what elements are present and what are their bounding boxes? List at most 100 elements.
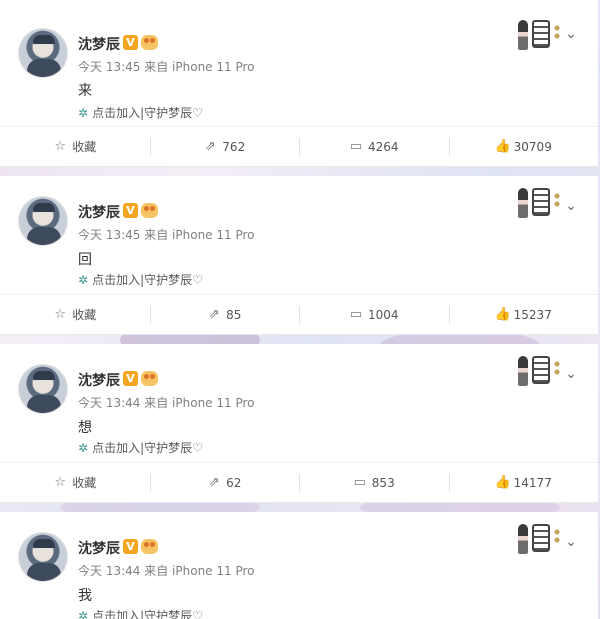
decoration-shelf: [532, 524, 550, 552]
decoration-dots: [554, 528, 560, 544]
avatar-body: [27, 59, 61, 77]
post-meta: 今天 13:45 来自 iPhone 11 Pro: [78, 226, 255, 243]
avatar-body: [27, 563, 61, 581]
card-decoration: [516, 18, 566, 56]
favorite-button[interactable]: ☆ 收藏: [0, 463, 150, 502]
post-time[interactable]: 今天 13:45: [78, 60, 140, 74]
chevron-down-icon[interactable]: ⌄: [563, 198, 579, 214]
favorite-label: 收藏: [72, 308, 97, 322]
avatar-cap: [33, 371, 55, 380]
verified-badge-icon: V: [123, 371, 138, 386]
decoration-shelf: [532, 188, 550, 216]
supertopic-link[interactable]: ✲ 点击加入|守护梦辰♡: [78, 439, 203, 456]
avatar[interactable]: [18, 28, 68, 78]
post-time[interactable]: 今天 13:45: [78, 228, 140, 242]
like-count: 15237: [513, 307, 552, 322]
comment-button[interactable]: ▭ 1004: [299, 295, 449, 334]
avatar-cap: [33, 35, 55, 44]
chevron-down-icon[interactable]: ⌄: [563, 26, 579, 42]
like-button[interactable]: 👍 30709: [448, 127, 599, 166]
decoration-figure: [518, 356, 528, 386]
repost-button[interactable]: ⇗ 62: [149, 463, 300, 502]
username[interactable]: 沈梦辰: [78, 538, 120, 558]
post-card: 沈梦辰 V 今天 13:44 来自 iPhone 11 Pro 我 ✲ 点击加入…: [0, 512, 598, 619]
post-text: 来: [78, 83, 92, 99]
repost-icon: ⇗: [208, 306, 220, 322]
like-button[interactable]: 👍 15237: [448, 295, 599, 334]
supertopic-icon: ✲: [78, 440, 89, 455]
decoration-dots: [554, 360, 560, 376]
avatar-body: [27, 227, 61, 245]
post-meta: 今天 13:44 来自 iPhone 11 Pro: [78, 562, 255, 579]
decoration-shelf: [532, 356, 550, 384]
post-card: 沈梦辰 V 今天 13:45 来自 iPhone 11 Pro 回 ✲ 点击加入…: [0, 176, 598, 335]
username[interactable]: 沈梦辰: [78, 370, 120, 390]
avatar[interactable]: [18, 196, 68, 246]
repost-button[interactable]: ⇗ 762: [149, 127, 300, 166]
supertopic-icon: ✲: [78, 105, 89, 120]
fan-badge-icon[interactable]: [141, 539, 158, 554]
repost-count: 62: [226, 475, 242, 490]
verified-badge-icon: V: [123, 539, 138, 554]
post-source: 来自 iPhone 11 Pro: [144, 396, 255, 410]
avatar[interactable]: [18, 364, 68, 414]
thumbs-up-icon: 👍: [494, 138, 511, 154]
like-button[interactable]: 👍 14177: [448, 463, 599, 502]
like-count: 30709: [513, 139, 552, 154]
card-decoration: [516, 522, 566, 560]
supertopic-icon: ✲: [78, 608, 89, 619]
star-icon: ☆: [54, 474, 67, 490]
comment-button[interactable]: ▭ 4264: [299, 127, 449, 166]
fan-badge-icon[interactable]: [141, 371, 158, 386]
comment-count: 4264: [367, 139, 399, 154]
favorite-button[interactable]: ☆ 收藏: [0, 127, 150, 166]
decoration-figure: [518, 524, 528, 554]
decoration-dots: [554, 24, 560, 40]
favorite-button[interactable]: ☆ 收藏: [0, 295, 150, 334]
comment-button[interactable]: ▭ 853: [299, 463, 449, 502]
post-time[interactable]: 今天 13:44: [78, 564, 140, 578]
verified-badge-icon: V: [123, 203, 138, 218]
comment-count: 1004: [367, 307, 399, 322]
avatar-body: [27, 395, 61, 413]
supertopic-icon: ✲: [78, 272, 89, 287]
verified-badge-icon: V: [123, 35, 138, 50]
thumbs-up-icon: 👍: [494, 474, 511, 490]
comment-count: 853: [371, 475, 395, 490]
supertopic-label: 点击加入|守护梦辰♡: [92, 273, 203, 287]
thumbs-up-icon: 👍: [494, 306, 511, 322]
fan-badge-icon[interactable]: [141, 35, 158, 50]
supertopic-label: 点击加入|守护梦辰♡: [92, 609, 203, 619]
supertopic-link[interactable]: ✲ 点击加入|守护梦辰♡: [78, 607, 203, 619]
supertopic-link[interactable]: ✲ 点击加入|守护梦辰♡: [78, 104, 203, 121]
favorite-label: 收藏: [72, 476, 97, 490]
post-card: 沈梦辰 V 今天 13:45 来自 iPhone 11 Pro 来 ✲ 点击加入…: [0, 0, 598, 167]
avatar-cap: [33, 203, 55, 212]
action-bar: ☆ 收藏 ⇗ 762 ▭ 4264 👍 30709: [0, 126, 598, 166]
comment-icon: ▭: [349, 138, 363, 154]
post-text: 想: [78, 420, 92, 436]
supertopic-link[interactable]: ✲ 点击加入|守护梦辰♡: [78, 271, 203, 288]
username[interactable]: 沈梦辰: [78, 202, 120, 222]
comment-icon: ▭: [349, 306, 363, 322]
decoration-figure: [518, 188, 528, 218]
weibo-feed: 沈梦辰 V 今天 13:45 来自 iPhone 11 Pro 来 ✲ 点击加入…: [0, 0, 600, 619]
chevron-down-icon[interactable]: ⌄: [563, 534, 579, 550]
decoration-dots: [554, 192, 560, 208]
post-meta: 今天 13:45 来自 iPhone 11 Pro: [78, 58, 255, 75]
supertopic-label: 点击加入|守护梦辰♡: [92, 441, 203, 455]
post-source: 来自 iPhone 11 Pro: [144, 228, 255, 242]
card-decoration: [516, 354, 566, 392]
repost-button[interactable]: ⇗ 85: [149, 295, 300, 334]
favorite-label: 收藏: [72, 140, 97, 154]
comment-icon: ▭: [353, 474, 366, 490]
chevron-down-icon[interactable]: ⌄: [563, 366, 579, 382]
post-card: 沈梦辰 V 今天 13:44 来自 iPhone 11 Pro 想 ✲ 点击加入…: [0, 344, 598, 503]
username[interactable]: 沈梦辰: [78, 34, 120, 54]
post-time[interactable]: 今天 13:44: [78, 396, 140, 410]
card-decoration: [516, 186, 566, 224]
star-icon: ☆: [54, 306, 67, 322]
fan-badge-icon[interactable]: [141, 203, 158, 218]
action-bar: ☆ 收藏 ⇗ 62 ▭ 853 👍 14177: [0, 462, 598, 502]
avatar[interactable]: [18, 532, 68, 582]
